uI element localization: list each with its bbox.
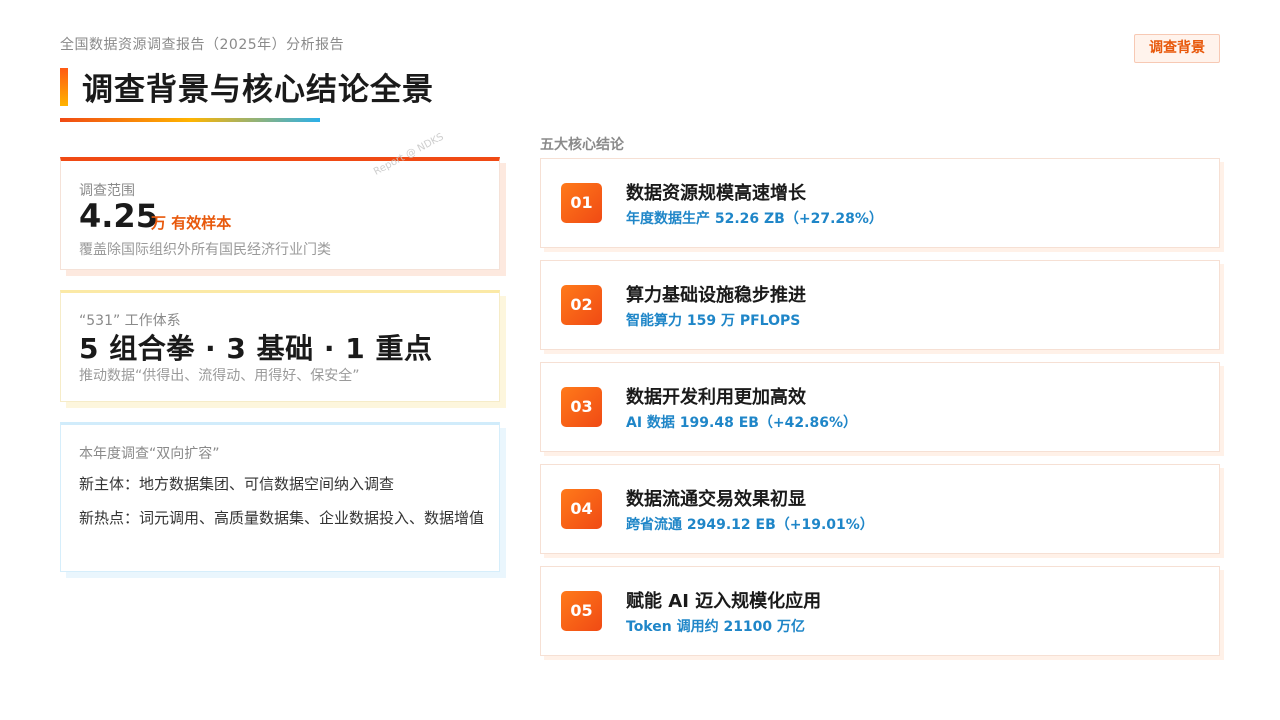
- work-system-headline: 5 组合拳 · 3 基础 · 1 重点: [79, 332, 433, 365]
- work-system-desc: 推动数据“供得出、流得动、用得好、保安全”: [79, 368, 360, 384]
- title-underline: [60, 118, 320, 122]
- section-tag: 调查背景: [1134, 34, 1220, 63]
- expansion-card: 本年度调查“双向扩容” 新主体：地方数据集团、可信数据空间纳入调查 新热点：词元…: [60, 422, 500, 572]
- survey-scope-card: 调查范围 4.25 万 有效样本 覆盖除国际组织外所有国民经济行业门类: [60, 157, 500, 270]
- conclusion-item: 04 数据流通交易效果初显 跨省流通 2949.12 EB（+19.01%）: [540, 464, 1220, 554]
- conclusion-metric: Token 调用约 21100 万亿: [626, 619, 806, 635]
- scope-desc: 覆盖除国际组织外所有国民经济行业门类: [79, 242, 331, 258]
- conclusion-item: 03 数据开发利用更加高效 AI 数据 199.48 EB（+42.86%）: [540, 362, 1220, 452]
- conclusion-number: 03: [561, 387, 602, 427]
- title-accent-bar: [60, 68, 68, 106]
- sample-count: 4.25: [79, 197, 158, 235]
- conclusion-metric: 跨省流通 2949.12 EB（+19.01%）: [626, 517, 874, 533]
- report-subtitle: 全国数据资源调查报告（2025年）分析报告: [60, 37, 345, 53]
- conclusion-title: 数据流通交易效果初显: [626, 489, 806, 510]
- conclusion-item: 02 算力基础设施稳步推进 智能算力 159 万 PFLOPS: [540, 260, 1220, 350]
- conclusion-metric: AI 数据 199.48 EB（+42.86%）: [626, 415, 857, 431]
- conclusion-item: 01 数据资源规模高速增长 年度数据生产 52.26 ZB（+27.28%）: [540, 158, 1220, 248]
- conclusion-title: 算力基础设施稳步推进: [626, 285, 806, 306]
- conclusion-metric: 智能算力 159 万 PFLOPS: [626, 313, 801, 329]
- conclusion-number: 01: [561, 183, 602, 223]
- conclusion-title: 数据资源规模高速增长: [626, 183, 806, 204]
- conclusion-number: 05: [561, 591, 602, 631]
- conclusion-number: 02: [561, 285, 602, 325]
- conclusions-heading: 五大核心结论: [540, 137, 624, 153]
- conclusion-title: 赋能 AI 迈入规模化应用: [626, 591, 822, 612]
- new-subjects: 新主体：地方数据集团、可信数据空间纳入调查: [79, 475, 395, 493]
- conclusion-item: 05 赋能 AI 迈入规模化应用 Token 调用约 21100 万亿: [540, 566, 1220, 656]
- page-title: 调查背景与核心结论全景: [82, 72, 434, 108]
- expansion-label: 本年度调查“双向扩容”: [79, 446, 220, 462]
- work-system-card: “531” 工作体系 5 组合拳 · 3 基础 · 1 重点 推动数据“供得出、…: [60, 290, 500, 402]
- conclusion-number: 04: [561, 489, 602, 529]
- conclusion-title: 数据开发利用更加高效: [626, 387, 806, 408]
- new-hotspots: 新热点：词元调用、高质量数据集、企业数据投入、数据增值: [79, 509, 485, 527]
- conclusion-metric: 年度数据生产 52.26 ZB（+27.28%）: [626, 211, 883, 227]
- sample-unit: 万 有效样本: [151, 214, 232, 232]
